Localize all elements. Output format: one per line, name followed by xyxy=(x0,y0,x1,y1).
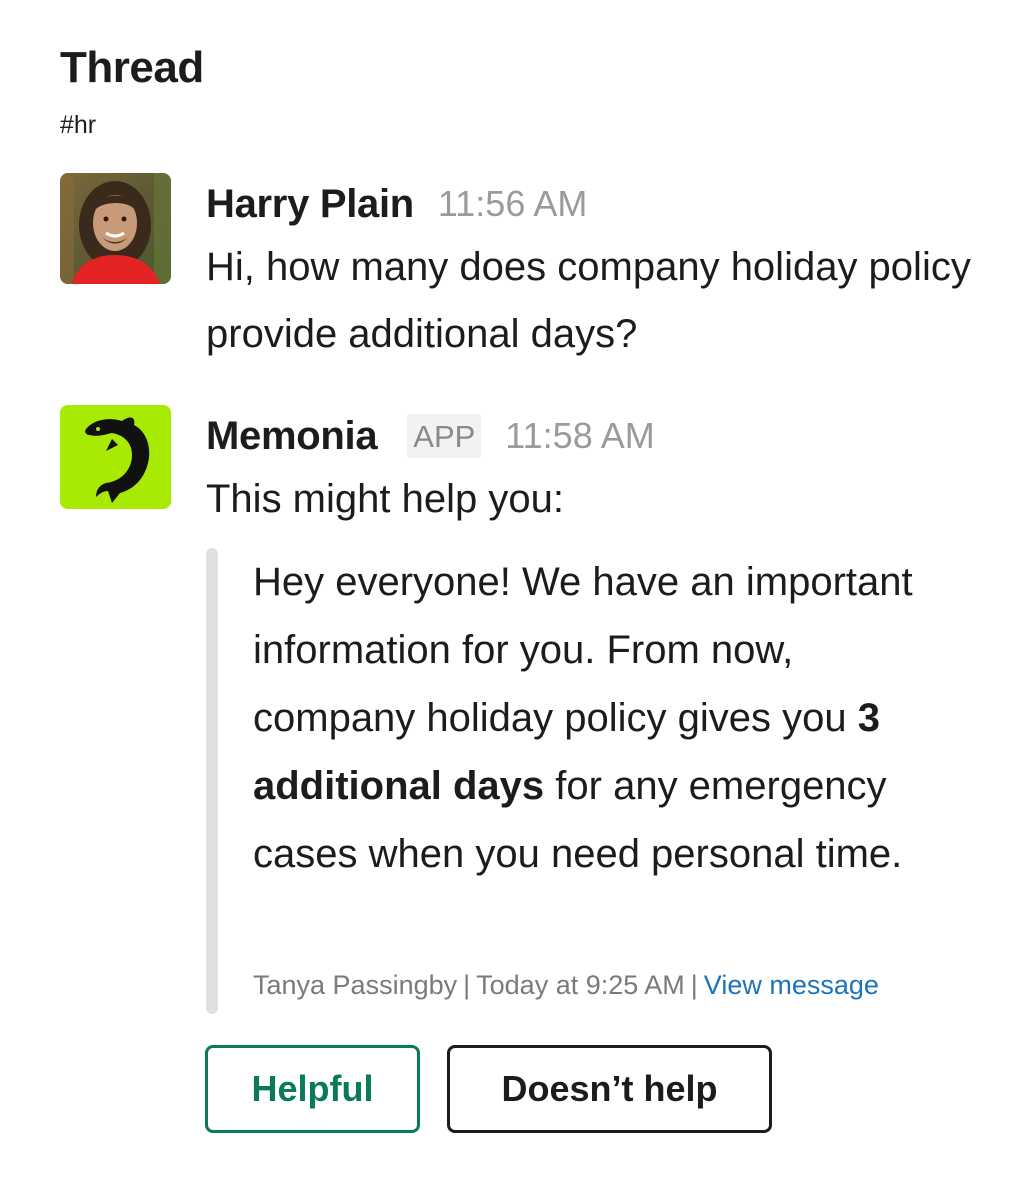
quote-source-author: Tanya Passingby xyxy=(253,970,458,1000)
channel-name[interactable]: #hr xyxy=(60,110,96,140)
message-header: Memonia APP 11:58 AM xyxy=(206,410,972,462)
message-memonia: Memonia APP 11:58 AM This might help you… xyxy=(206,410,972,533)
author-name[interactable]: Harry Plain xyxy=(206,182,414,227)
message-header: Harry Plain 11:56 AM xyxy=(206,178,972,230)
quote-source-time: Today at 9:25 AM xyxy=(476,970,685,1000)
dolphin-icon xyxy=(60,405,171,509)
message-text: This might help you: xyxy=(206,477,564,521)
quote-text-before: Hey everyone! We have an important infor… xyxy=(253,560,913,740)
message-timestamp[interactable]: 11:58 AM xyxy=(505,415,654,457)
message-harry: Harry Plain 11:56 AM Hi, how many does c… xyxy=(206,178,972,368)
doesnt-help-button[interactable]: Doesn’t help xyxy=(447,1045,772,1133)
avatar[interactable] xyxy=(60,405,171,509)
quote-text: Hey everyone! We have an important infor… xyxy=(253,548,943,888)
helpful-button[interactable]: Helpful xyxy=(205,1045,420,1133)
avatar[interactable] xyxy=(60,173,171,284)
quote-separator: | xyxy=(690,970,698,1000)
message-timestamp[interactable]: 11:56 AM xyxy=(438,183,587,225)
author-name[interactable]: Memonia xyxy=(206,414,378,459)
view-message-link[interactable]: View message xyxy=(704,970,879,1000)
quoted-message: Hey everyone! We have an important infor… xyxy=(206,548,936,1014)
quote-meta: Tanya Passingby | Today at 9:25 AM | View me… xyxy=(253,968,879,1002)
user-photo-icon xyxy=(60,173,171,284)
thread-title: Thread xyxy=(60,43,204,92)
quote-separator: | xyxy=(463,970,471,1000)
message-text: Hi, how many does company holiday policy… xyxy=(206,245,971,356)
quote-bar xyxy=(206,548,218,1014)
app-badge: APP xyxy=(407,414,482,458)
